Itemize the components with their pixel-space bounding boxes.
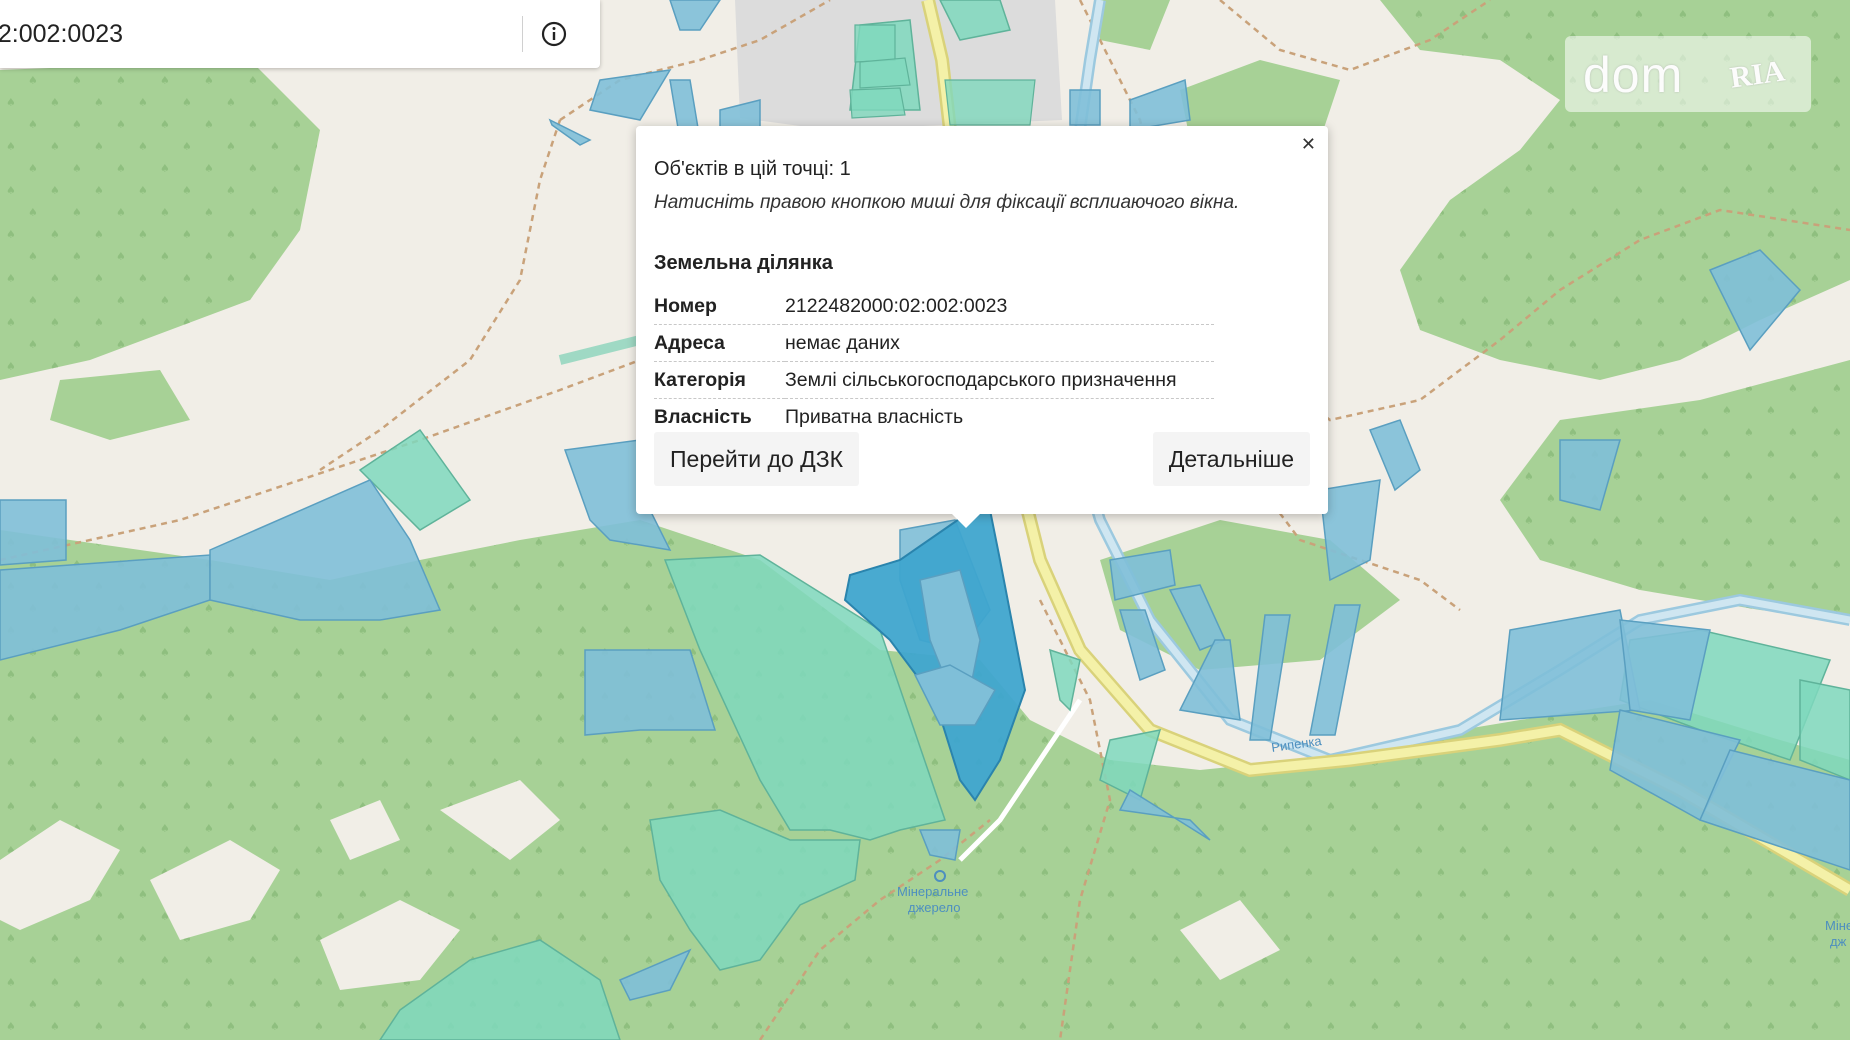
property-value: 2122482000:02:002:0023 <box>785 288 1214 325</box>
property-value: Землі сільськогосподарського призначення <box>785 361 1214 399</box>
popup-properties: Номер 2122482000:02:002:0023 Адреса нема… <box>654 288 1214 435</box>
info-circle-icon <box>541 21 567 47</box>
popup-object-count: Об'єктів в цій точці: 1 <box>654 158 851 180</box>
close-icon[interactable]: ✕ <box>1301 134 1316 155</box>
go-to-dzk-button[interactable]: Перейти до ДЗК <box>654 432 859 486</box>
details-button[interactable]: Детальніше <box>1152 432 1310 486</box>
popup-heading: Земельна ділянка <box>654 252 833 274</box>
property-row: Власність Приватна власність <box>654 399 1214 436</box>
edge-label-line2: дж <box>1830 934 1847 949</box>
search-input[interactable] <box>0 14 510 54</box>
info-button[interactable] <box>538 18 570 50</box>
spring-label-line1: Мінеральне <box>897 884 968 899</box>
popup-pointer <box>952 514 980 528</box>
search-box <box>0 0 600 68</box>
watermark-sub: RIA <box>1727 54 1787 95</box>
watermark-brand: dom <box>1583 47 1684 103</box>
property-key: Власність <box>654 405 752 428</box>
property-key: Категорія <box>654 361 785 399</box>
property-key: Номер <box>654 288 785 325</box>
property-value: Приватна власність <box>785 405 964 428</box>
property-row: Номер 2122482000:02:002:0023 <box>654 288 1214 325</box>
feature-popup: ✕ Об'єктів в цій точці: 1 Натисніть прав… <box>636 126 1328 528</box>
edge-label-line1: Міне <box>1825 918 1850 933</box>
property-value: немає даних <box>785 324 1214 362</box>
spring-label-line2: джерело <box>908 900 961 915</box>
watermark-logo: dom RIA <box>1565 36 1811 112</box>
property-row: Адреса немає даних <box>654 324 1214 362</box>
property-row: Категорія Землі сільськогосподарського п… <box>654 361 1214 399</box>
search-separator <box>522 16 523 52</box>
popup-hint: Натисніть правою кнопкою миші для фіксац… <box>654 192 1240 213</box>
property-key: Адреса <box>654 324 785 362</box>
